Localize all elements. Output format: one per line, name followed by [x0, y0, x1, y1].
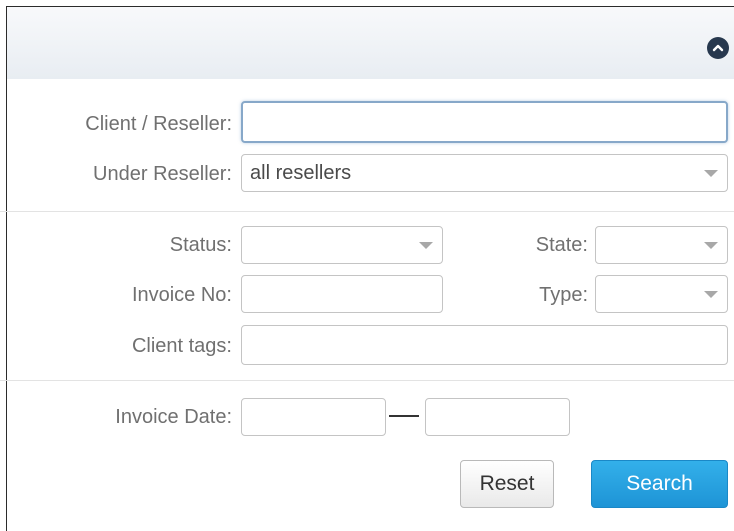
- panel-header: [7, 7, 734, 79]
- type-select[interactable]: [595, 275, 728, 313]
- invoice-no-label: Invoice No:: [131, 284, 232, 306]
- chevron-down-icon: [419, 242, 433, 249]
- divider: [0, 211, 734, 212]
- divider: [0, 380, 734, 381]
- under-reseller-label: Under Reseller:: [93, 163, 232, 185]
- under-reseller-value: all resellers: [250, 162, 352, 184]
- invoice-no-input[interactable]: [241, 275, 443, 313]
- client-reseller-input[interactable]: [241, 101, 728, 143]
- status-select[interactable]: [241, 226, 443, 264]
- reset-button[interactable]: Reset: [460, 460, 554, 508]
- client-tags-label: Client tags:: [131, 335, 232, 357]
- type-label: Type:: [539, 284, 588, 306]
- invoice-filter-panel: [6, 6, 734, 531]
- under-reseller-select[interactable]: all resellers: [241, 154, 728, 192]
- search-button[interactable]: Search: [591, 460, 728, 508]
- chevron-down-icon: [704, 170, 718, 177]
- status-label: Status:: [169, 234, 232, 256]
- state-label: State:: [535, 234, 588, 256]
- chevron-down-icon: [704, 291, 718, 298]
- client-reseller-label: Client / Reseller:: [85, 113, 232, 135]
- invoice-date-from-input[interactable]: [241, 398, 386, 436]
- invoice-date-label: Invoice Date:: [115, 406, 232, 428]
- state-select[interactable]: [595, 226, 728, 264]
- chevron-down-icon: [704, 242, 718, 249]
- invoice-date-to-input[interactable]: [425, 398, 570, 436]
- date-range-separator: [389, 415, 419, 417]
- client-tags-input[interactable]: [241, 325, 728, 365]
- chevron-up-icon[interactable]: [707, 37, 729, 59]
